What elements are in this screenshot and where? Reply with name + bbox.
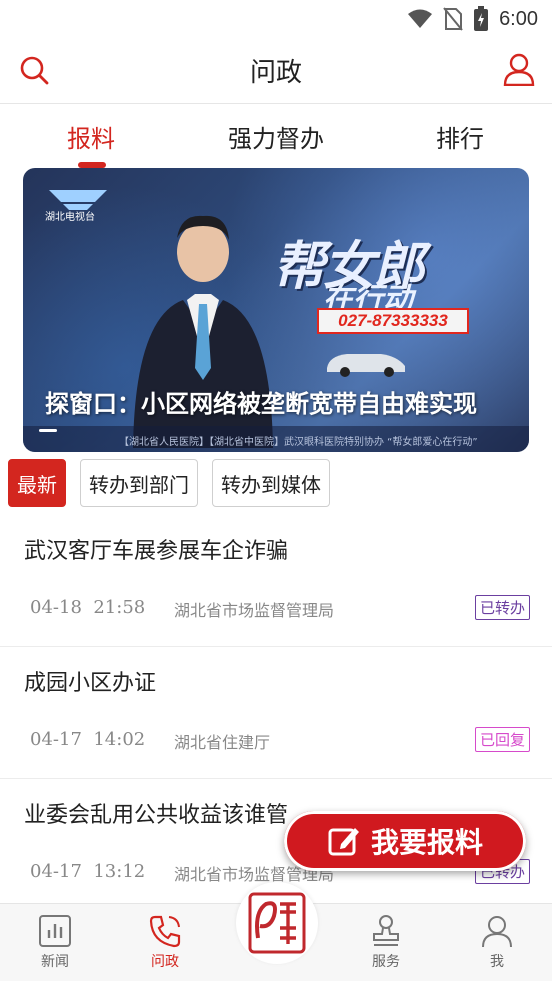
filter-to-media[interactable]: 转办到媒体	[212, 459, 330, 507]
item-title: 武汉客厅车展参展车企诈骗	[24, 539, 289, 564]
filter-chips: 最新 转办到部门 转办到媒体	[8, 459, 330, 509]
page-title: 问政	[249, 58, 302, 88]
tab-supervise[interactable]: 强力督办	[228, 119, 324, 154]
list-item[interactable]: 成园小区办证 04-17 14:02 湖北省住建厅 已回复	[0, 647, 552, 779]
seal-logo-icon	[248, 892, 306, 954]
tab-bar: 报料 强力督办 排行	[0, 105, 552, 168]
report-button-label: 我要报料	[370, 826, 483, 859]
nav-service[interactable]: 服务	[356, 914, 416, 971]
tab-ranking[interactable]: 排行	[436, 119, 484, 154]
item-title: 业委会乱用公共收益该谁管	[24, 803, 289, 828]
item-title: 成园小区办证	[24, 671, 157, 696]
report-button[interactable]: 我要报料	[284, 811, 526, 871]
person-icon	[482, 916, 512, 948]
status-bar: 6:00	[0, 0, 552, 38]
nav-news[interactable]: 新闻	[25, 914, 85, 971]
no-sim-icon	[443, 7, 463, 31]
phone-icon	[149, 915, 181, 948]
filter-latest[interactable]: 最新	[8, 459, 66, 507]
car-image	[327, 354, 405, 377]
edit-icon	[328, 828, 359, 856]
hotline-number: 027-87333333	[317, 308, 469, 334]
battery-charging-icon	[474, 6, 489, 31]
nav-news-label: 新闻	[41, 954, 69, 970]
banner-ticker-text: 【湖北省人民医院】【湖北省中医院】武汉眼科医院特别协办 “帮女郎爱心在行动”	[119, 437, 478, 448]
nav-me[interactable]: 我	[467, 914, 527, 971]
item-department: 湖北省住建厅	[174, 733, 271, 752]
carousel-indicator	[39, 429, 57, 432]
status-badge: 已回复	[474, 727, 530, 752]
status-badge: 已转办	[474, 595, 530, 620]
filter-to-department[interactable]: 转办到部门	[80, 459, 198, 507]
user-icon[interactable]	[502, 52, 536, 86]
nav-service-label: 服务	[372, 954, 400, 970]
tab-report[interactable]: 报料	[67, 119, 115, 154]
channel-logo-text: 湖北电视台	[45, 212, 95, 223]
banner-caption: 探窗口：小区网络被垄断宽带自由难实现	[45, 389, 477, 418]
list-item[interactable]: 武汉客厅车展参展车企诈骗 04-18 21:58 湖北省市场监督管理局 已转办	[0, 515, 552, 647]
top-app-bar: 问政	[0, 38, 552, 104]
news-chart-icon	[39, 915, 71, 947]
featured-banner[interactable]: 湖北电视台 帮女郎 在行动 027-87333333 探窗口：小区网络被垄断宽带…	[23, 168, 529, 452]
status-time: 6:00	[499, 7, 538, 30]
stamp-icon	[373, 915, 399, 946]
item-datetime: 04-17 14:02	[30, 729, 146, 750]
item-department: 湖北省市场监督管理局	[174, 601, 335, 620]
item-datetime: 04-18 21:58	[30, 597, 146, 618]
nav-wenzheng[interactable]: 问政	[135, 914, 195, 971]
nav-wenzheng-label: 问政	[151, 954, 179, 970]
nav-home-logo[interactable]	[236, 882, 318, 964]
wifi-icon	[408, 9, 433, 28]
nav-me-label: 我	[490, 954, 504, 970]
bottom-navigation: 新闻 问政 服务 我	[0, 882, 552, 981]
item-datetime: 04-17 13:12	[30, 861, 146, 882]
